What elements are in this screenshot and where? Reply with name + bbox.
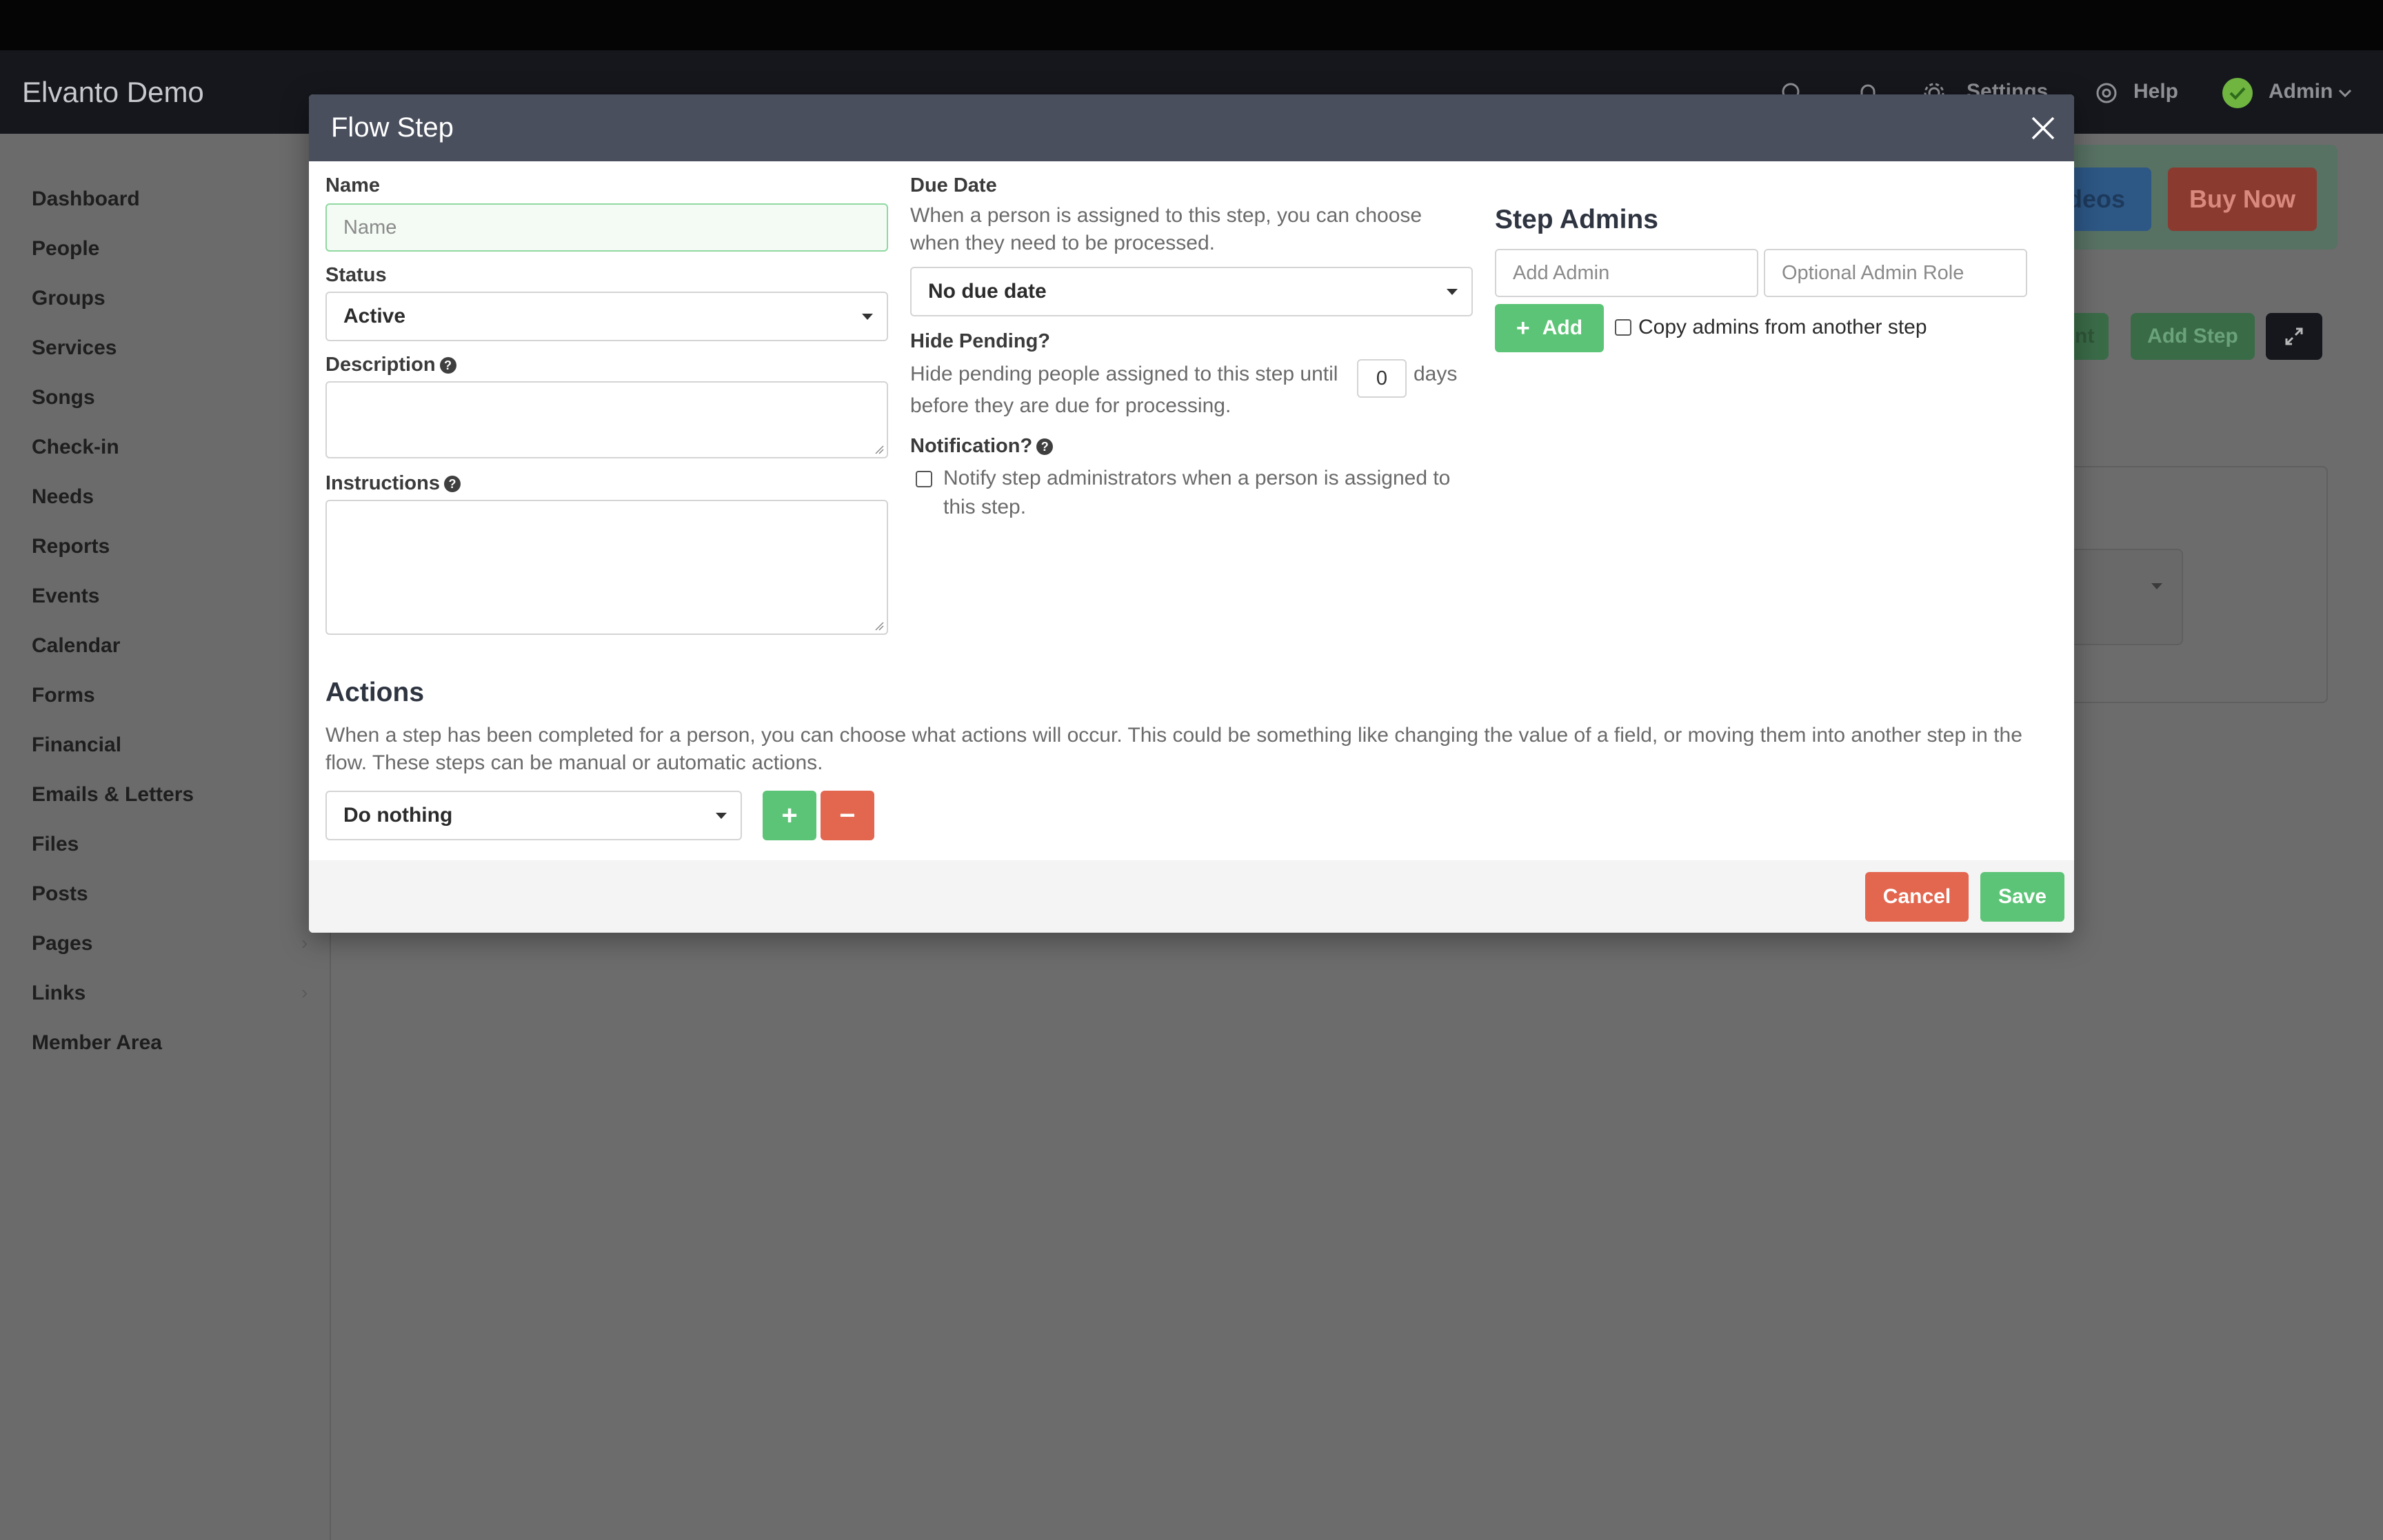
add-admin-input[interactable] — [1495, 249, 1758, 297]
hide-pending-label: Hide Pending? — [910, 330, 1050, 352]
expand-button[interactable] — [2266, 313, 2322, 360]
caret-down-icon — [2151, 583, 2162, 589]
description-label: Description? — [325, 354, 456, 376]
user-menu[interactable]: Admin — [2269, 80, 2333, 103]
add-action-button[interactable]: + — [763, 791, 816, 840]
caret-down-icon — [716, 813, 727, 819]
sidebar-item-songs[interactable]: Songs — [32, 386, 95, 409]
notification-label-text: Notification? — [910, 435, 1033, 457]
add-step-button[interactable]: Add Step — [2131, 313, 2255, 360]
sidebar-item-people[interactable]: People — [32, 237, 99, 261]
due-date-select[interactable]: No due date — [910, 267, 1473, 316]
resize-grip-icon[interactable] — [874, 621, 884, 631]
flow-step-modal: Flow Step Name Status Active Description… — [309, 94, 2074, 933]
sidebar-item-services[interactable]: Services — [32, 336, 117, 360]
help-icon[interactable]: ? — [443, 476, 461, 492]
notification-label: Notification?? — [910, 435, 1054, 458]
due-date-label: Due Date — [910, 174, 997, 196]
hide-pending-text: Hide pending people assigned to this ste… — [910, 363, 1338, 385]
action-select[interactable]: Do nothing — [325, 791, 742, 840]
copy-admins-checkbox[interactable] — [1615, 319, 1631, 336]
os-top-bar — [0, 0, 2383, 50]
sidebar-item-dashboard[interactable]: Dashboard — [32, 188, 140, 211]
sidebar-item-events[interactable]: Events — [32, 585, 99, 608]
sidebar-item-financial[interactable]: Financial — [32, 733, 121, 757]
caret-down-icon — [862, 314, 873, 320]
plus-icon: + — [781, 800, 798, 831]
plus-icon: + — [1516, 314, 1530, 341]
help-link[interactable]: Help — [2133, 80, 2178, 103]
resize-grip-icon[interactable] — [874, 445, 884, 454]
modal-footer — [309, 860, 2074, 933]
remove-action-button[interactable]: − — [821, 791, 874, 840]
help-icon[interactable]: ? — [1036, 438, 1054, 455]
hide-pending-days-text: days — [1414, 363, 1458, 385]
minus-icon: − — [839, 800, 856, 831]
sidebar-item-posts[interactable]: Posts — [32, 882, 88, 906]
instructions-label-text: Instructions — [325, 472, 440, 494]
expand-icon — [2285, 327, 2303, 345]
help-icon[interactable]: ? — [439, 357, 456, 374]
sidebar-item-needs[interactable]: Needs — [32, 485, 94, 509]
sidebar-item-calendar[interactable]: Calendar — [32, 634, 120, 658]
modal-header — [309, 94, 2074, 161]
help-icon[interactable] — [2095, 81, 2118, 105]
avatar-icon[interactable] — [2222, 77, 2253, 109]
status-label: Status — [325, 264, 387, 286]
sidebar-item-groups[interactable]: Groups — [32, 287, 105, 310]
notify-checkbox[interactable] — [916, 471, 932, 487]
notify-checkbox-label[interactable]: Notify step administrators when a person… — [943, 464, 1467, 522]
actions-help: When a step has been completed for a per… — [325, 724, 2022, 774]
sidebar-item-emails-letters[interactable]: Emails & Letters — [32, 783, 194, 807]
name-input[interactable] — [325, 203, 888, 252]
hide-pending-text-line2: before they are due for processing. — [910, 394, 1231, 417]
description-label-text: Description — [325, 354, 436, 376]
sidebar-item-files[interactable]: Files — [32, 833, 79, 856]
cancel-button[interactable]: Cancel — [1865, 872, 1969, 922]
instructions-label: Instructions? — [325, 472, 461, 495]
close-icon[interactable] — [2029, 114, 2058, 143]
sidebar-item-forms[interactable]: Forms — [32, 684, 95, 707]
sidebar-item-check-in[interactable]: Check-in — [32, 436, 119, 459]
status-select[interactable]: Active — [325, 292, 888, 341]
sidebar-item-member-area[interactable]: Member Area — [32, 1031, 162, 1055]
caret-down-icon — [1447, 289, 1458, 295]
save-button[interactable]: Save — [1980, 872, 2064, 922]
action-select-value: Do nothing — [343, 804, 453, 827]
copy-admins-label[interactable]: Copy admins from another step — [1638, 312, 1927, 343]
due-date-help: When a person is assigned to this step, … — [910, 204, 1422, 254]
instructions-textarea[interactable] — [325, 500, 888, 635]
app-title[interactable]: Elvanto Demo — [22, 76, 204, 109]
hide-pending-days-input[interactable] — [1357, 359, 1407, 398]
status-select-value: Active — [343, 305, 406, 327]
step-admins-title: Step Admins — [1495, 205, 1658, 234]
chevron-right-icon: › — [301, 982, 308, 1003]
add-admin-button-label: Add — [1542, 316, 1583, 339]
add-admin-button[interactable]: + Add — [1495, 304, 1604, 352]
buy-now-button[interactable]: Buy Now — [2168, 168, 2317, 231]
due-date-select-value: No due date — [928, 280, 1047, 303]
chevron-down-icon[interactable] — [2337, 85, 2353, 101]
sidebar-item-pages[interactable]: Pages — [32, 932, 92, 955]
chevron-right-icon: › — [301, 932, 308, 953]
description-textarea[interactable] — [325, 381, 888, 458]
actions-title: Actions — [325, 678, 425, 707]
admin-role-input[interactable] — [1764, 249, 2027, 297]
modal-title: Flow Step — [331, 112, 454, 143]
sidebar-item-links[interactable]: Links — [32, 982, 86, 1005]
name-label: Name — [325, 174, 380, 196]
sidebar-item-reports[interactable]: Reports — [32, 535, 110, 558]
